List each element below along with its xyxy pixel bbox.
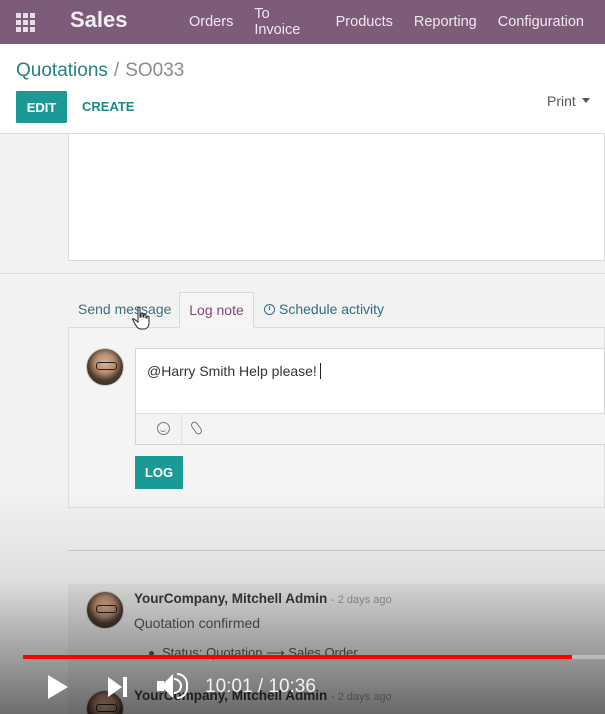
current-time: 10:01 (205, 676, 253, 697)
breadcrumb-current: SO033 (125, 60, 185, 81)
caret-down-icon (581, 98, 590, 103)
message-date: - 2 days ago (331, 691, 392, 703)
composer-toolbar (136, 413, 605, 445)
sheet-divider (0, 273, 605, 274)
thread-divider (68, 550, 605, 551)
print-label: Print (547, 93, 576, 109)
video-progress-bar[interactable] (23, 655, 605, 659)
app-name: Sales (70, 7, 128, 32)
print-dropdown[interactable]: Print (547, 93, 590, 109)
play-icon[interactable] (48, 675, 68, 699)
emoji-icon[interactable] (157, 422, 170, 435)
breadcrumb: Quotations / SO033 (16, 60, 184, 82)
log-button[interactable]: LOG (135, 456, 183, 489)
menu-reporting[interactable]: Reporting (414, 14, 477, 30)
breadcrumb-separator: / (113, 60, 120, 81)
paperclip-icon[interactable] (189, 420, 204, 436)
menu-products[interactable]: Products (336, 14, 393, 30)
time-separator: / (257, 676, 264, 697)
schedule-activity-label: Schedule activity (279, 301, 385, 317)
video-timecode: 10:01 / 10:36 (205, 676, 316, 698)
mouse-pointer-icon (132, 306, 150, 330)
toolbar-separator (181, 414, 182, 445)
tab-send-message[interactable]: Send message (78, 292, 171, 328)
next-icon[interactable] (108, 677, 128, 697)
create-button[interactable]: CREATE (82, 99, 134, 114)
tab-log-note[interactable]: Log note (179, 292, 254, 328)
message-date: - 2 days ago (331, 594, 392, 606)
tab-schedule-activity[interactable]: Schedule activity (264, 292, 384, 328)
breadcrumb-quotations[interactable]: Quotations (16, 60, 108, 81)
message-body: Quotation confirmed (134, 615, 261, 631)
message-author: YourCompany, Mitchell Admin - 2 days ago (134, 591, 392, 606)
avatar (86, 591, 124, 629)
message-text[interactable]: @Harry Smith Help please! (147, 363, 321, 379)
clock-icon (264, 304, 275, 315)
apps-grid-icon[interactable] (16, 13, 35, 32)
control-panel: Quotations / SO033 EDIT CREATE Print (0, 44, 605, 134)
avatar (86, 348, 124, 386)
menu-configuration[interactable]: Configuration (498, 14, 584, 30)
top-navbar: Sales Orders To Invoice Products Reporti… (0, 0, 605, 44)
main-menu: Orders To Invoice Products Reporting Con… (189, 0, 605, 44)
message-content: @Harry Smith Help please! (147, 363, 317, 379)
video-progress-fill (23, 655, 573, 659)
form-sheet (68, 134, 605, 261)
text-cursor (319, 363, 321, 379)
message-input[interactable]: @Harry Smith Help please! (135, 348, 605, 445)
duration: 10:36 (268, 676, 316, 697)
author-name[interactable]: YourCompany, Mitchell Admin (134, 591, 327, 606)
edit-button[interactable]: EDIT (16, 91, 67, 123)
menu-orders[interactable]: Orders (189, 14, 233, 30)
menu-to-invoice[interactable]: To Invoice (254, 6, 314, 38)
